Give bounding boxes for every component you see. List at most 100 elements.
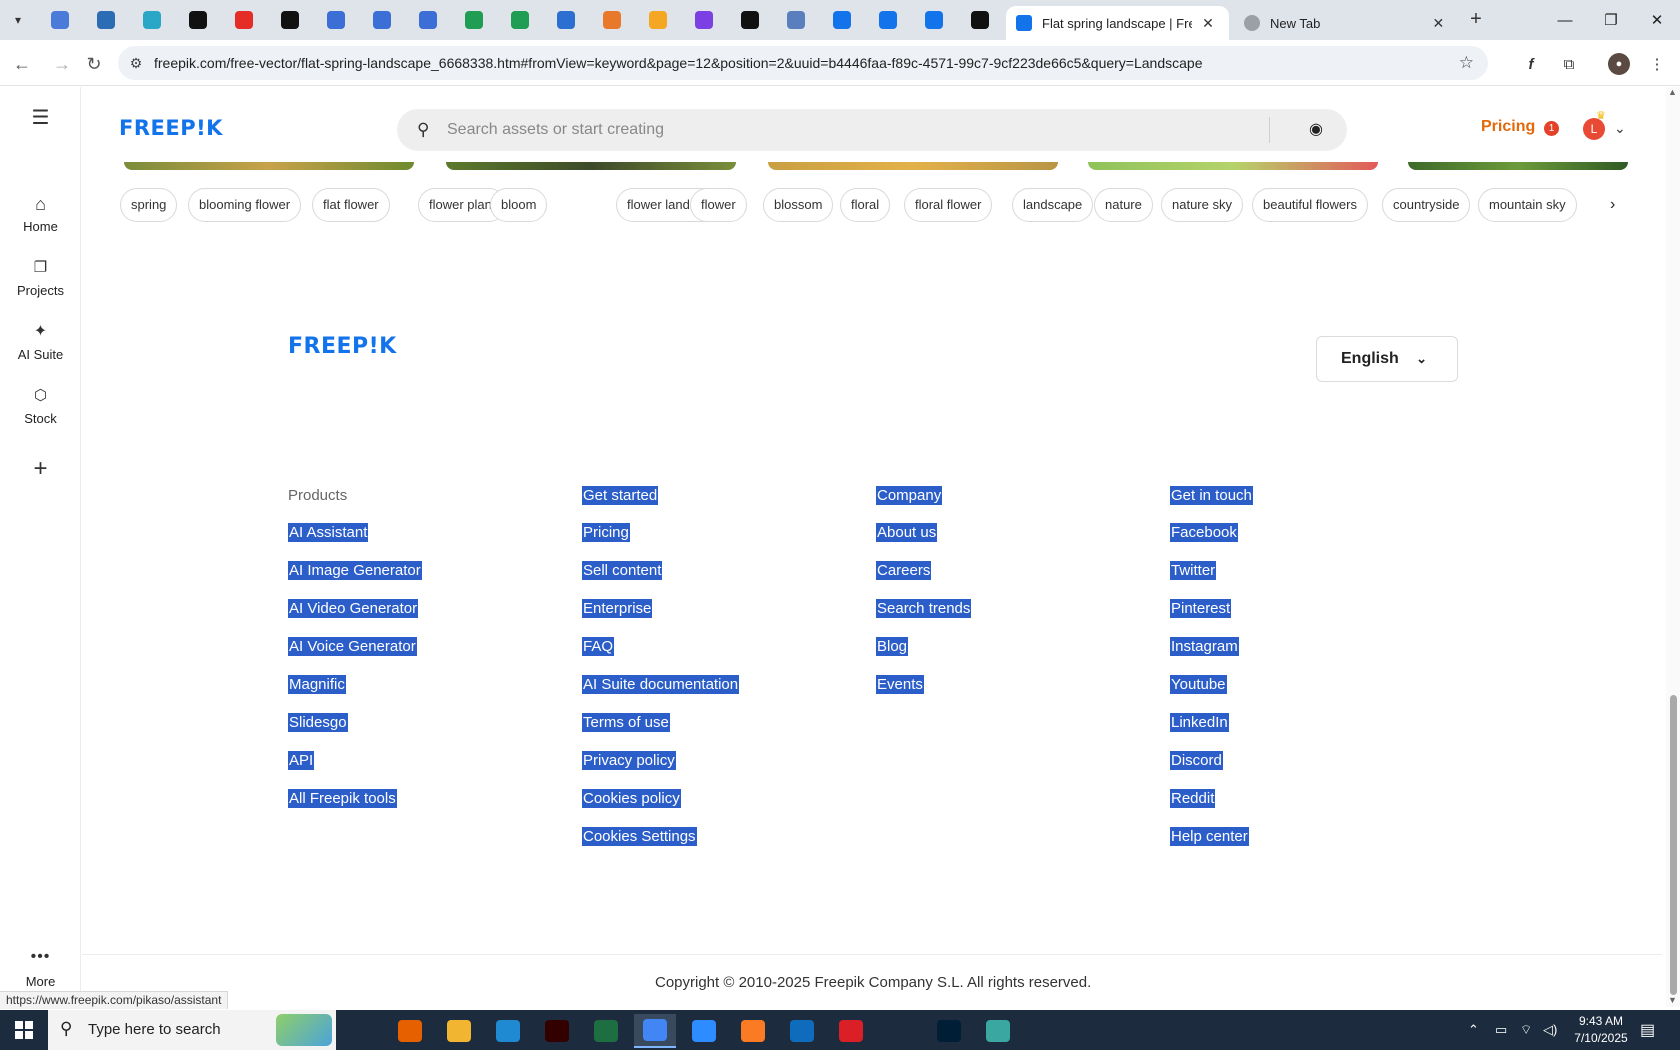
footer-link[interactable]: Reddit <box>1170 789 1253 809</box>
footer-link[interactable]: Enterprise <box>582 599 739 619</box>
footer-link-text[interactable]: FAQ <box>582 637 615 656</box>
scroll-up-icon[interactable]: ▲ <box>1668 87 1677 97</box>
footer-link[interactable]: Cookies policy <box>582 789 739 809</box>
tag-chip[interactable]: flower <box>690 188 747 222</box>
footer-link[interactable]: Events <box>876 675 971 695</box>
tab-active[interactable]: Flat spring landscape | Free Vector ✕ <box>1006 6 1229 40</box>
footer-link[interactable]: Blog <box>876 637 971 657</box>
footer-link[interactable]: Cookies Settings <box>582 827 739 847</box>
footer-link-text[interactable]: AI Voice Generator <box>288 637 417 656</box>
taskbar-app[interactable] <box>389 1014 431 1048</box>
footer-link-text[interactable]: Twitter <box>1170 561 1217 580</box>
footer-link-text[interactable]: AI Suite documentation <box>582 675 740 694</box>
close-tab-icon[interactable]: ✕ <box>1431 15 1446 32</box>
pinned-tab[interactable] <box>370 8 394 32</box>
footer-link-text[interactable]: Sell content <box>582 561 663 580</box>
footer-link-text[interactable]: Pricing <box>582 523 630 542</box>
pinned-tab[interactable] <box>508 8 532 32</box>
footer-logo[interactable]: FREEP!K <box>288 334 397 359</box>
taskbar-app[interactable] <box>536 1014 578 1048</box>
reload-button[interactable]: ↻ <box>80 50 108 78</box>
tab-new-tab[interactable]: New Tab ✕ <box>1234 6 1456 40</box>
footer-link-text[interactable]: Cookies policy <box>582 789 681 808</box>
left-nav-add[interactable]: + <box>0 457 81 481</box>
tab-search-dropdown-icon[interactable]: ▾ <box>6 8 30 32</box>
footer-link-text[interactable]: All Freepik tools <box>288 789 397 808</box>
font-extension-icon[interactable]: f <box>1518 51 1544 77</box>
footer-link-text[interactable]: Reddit <box>1170 789 1216 808</box>
tray-volume-icon[interactable]: ◁) <box>1543 1010 1557 1050</box>
page-scrollbar[interactable]: ▲ ▼ <box>1666 87 1680 1007</box>
taskbar-app[interactable] <box>732 1014 774 1048</box>
language-select[interactable]: English ⌄ <box>1316 336 1458 382</box>
footer-link[interactable]: Help center <box>1170 827 1253 847</box>
forward-button[interactable]: → <box>48 50 76 78</box>
footer-link-text[interactable]: LinkedIn <box>1170 713 1229 732</box>
taskbar-search[interactable]: ⚲ Type here to search <box>48 1010 336 1050</box>
tray-chevron-icon[interactable]: ⌃ <box>1468 1010 1479 1050</box>
thumbnail[interactable] <box>1408 162 1628 170</box>
taskbar-app[interactable] <box>438 1014 480 1048</box>
footer-link[interactable]: All Freepik tools <box>288 789 422 809</box>
tray-wifi-icon[interactable]: ⌔ <box>1520 1010 1532 1050</box>
pinned-tab[interactable] <box>876 8 900 32</box>
left-nav-stock[interactable]: ⬡ Stock <box>0 385 81 426</box>
tag-chip[interactable]: floral flower <box>904 188 993 222</box>
tag-chip[interactable]: blossom <box>763 188 834 222</box>
pinned-tab[interactable] <box>692 8 716 32</box>
close-window-button[interactable]: ✕ <box>1634 6 1680 34</box>
taskbar-clock[interactable]: 9:43 AM 7/10/2025 <box>1566 1013 1636 1047</box>
pinned-tab[interactable] <box>140 8 164 32</box>
hamburger-menu-icon[interactable]: ☰ <box>0 107 81 129</box>
tag-chip[interactable]: blooming flower <box>188 188 302 222</box>
tag-chip[interactable]: flat flower <box>312 188 390 222</box>
tag-chip[interactable]: bloom <box>490 188 548 222</box>
pinned-tab[interactable] <box>646 8 670 32</box>
chevron-down-icon[interactable]: ⌄ <box>1614 120 1626 137</box>
minimize-button[interactable]: — <box>1542 6 1588 34</box>
footer-link[interactable]: Facebook <box>1170 523 1253 543</box>
footer-link[interactable]: Twitter <box>1170 561 1253 581</box>
thumbnail[interactable] <box>446 162 736 170</box>
scroll-down-icon[interactable]: ▼ <box>1668 995 1677 1005</box>
thumbnail[interactable] <box>768 162 1058 170</box>
taskbar-app[interactable] <box>928 1014 970 1048</box>
chevron-right-icon[interactable]: › <box>1610 196 1615 214</box>
notification-center-icon[interactable]: ▤ <box>1640 1020 1655 1040</box>
tray-network-icon[interactable]: ▭ <box>1495 1010 1507 1050</box>
site-info-icon[interactable]: ⚙ <box>118 55 154 72</box>
footer-link[interactable]: AI Image Generator <box>288 561 422 581</box>
address-bar[interactable]: ⚙ freepik.com/free-vector/flat-spring-la… <box>118 46 1488 80</box>
footer-link-text[interactable]: Magnific <box>288 675 346 694</box>
pinned-tab[interactable] <box>278 8 302 32</box>
footer-link[interactable]: Instagram <box>1170 637 1253 657</box>
footer-link[interactable]: Magnific <box>288 675 422 695</box>
taskbar-app[interactable] <box>977 1014 1019 1048</box>
pinned-tab[interactable] <box>186 8 210 32</box>
back-button[interactable]: ← <box>8 50 36 78</box>
footer-link-text[interactable]: AI Video Generator <box>288 599 419 618</box>
pinned-tab[interactable] <box>48 8 72 32</box>
footer-link-text[interactable]: API <box>288 751 315 770</box>
pricing-link[interactable]: Pricing <box>1481 118 1535 136</box>
taskbar-app[interactable] <box>830 1014 872 1048</box>
thumbnail[interactable] <box>124 162 414 170</box>
footer-link[interactable]: About us <box>876 523 971 543</box>
left-nav-ai-suite[interactable]: ✦ AI Suite <box>0 321 81 362</box>
footer-link[interactable]: FAQ <box>582 637 739 657</box>
footer-link-text[interactable]: AI Image Generator <box>288 561 422 580</box>
footer-link[interactable]: Sell content <box>582 561 739 581</box>
search-input[interactable] <box>447 109 1267 151</box>
footer-link[interactable]: Pinterest <box>1170 599 1253 619</box>
footer-link-text[interactable]: Discord <box>1170 751 1223 770</box>
tag-chip[interactable]: floral <box>840 188 891 222</box>
footer-link[interactable]: Privacy policy <box>582 751 739 771</box>
footer-link-text[interactable]: Privacy policy <box>582 751 676 770</box>
pinned-tab[interactable] <box>232 8 256 32</box>
taskbar-app[interactable] <box>339 1014 381 1048</box>
taskbar-app[interactable] <box>683 1014 725 1048</box>
notification-badge[interactable]: 1 <box>1544 121 1559 136</box>
url-text[interactable]: freepik.com/free-vector/flat-spring-land… <box>154 55 1444 71</box>
scrollbar-thumb[interactable] <box>1670 695 1677 995</box>
freepik-logo[interactable]: FREEP!K <box>119 116 223 140</box>
